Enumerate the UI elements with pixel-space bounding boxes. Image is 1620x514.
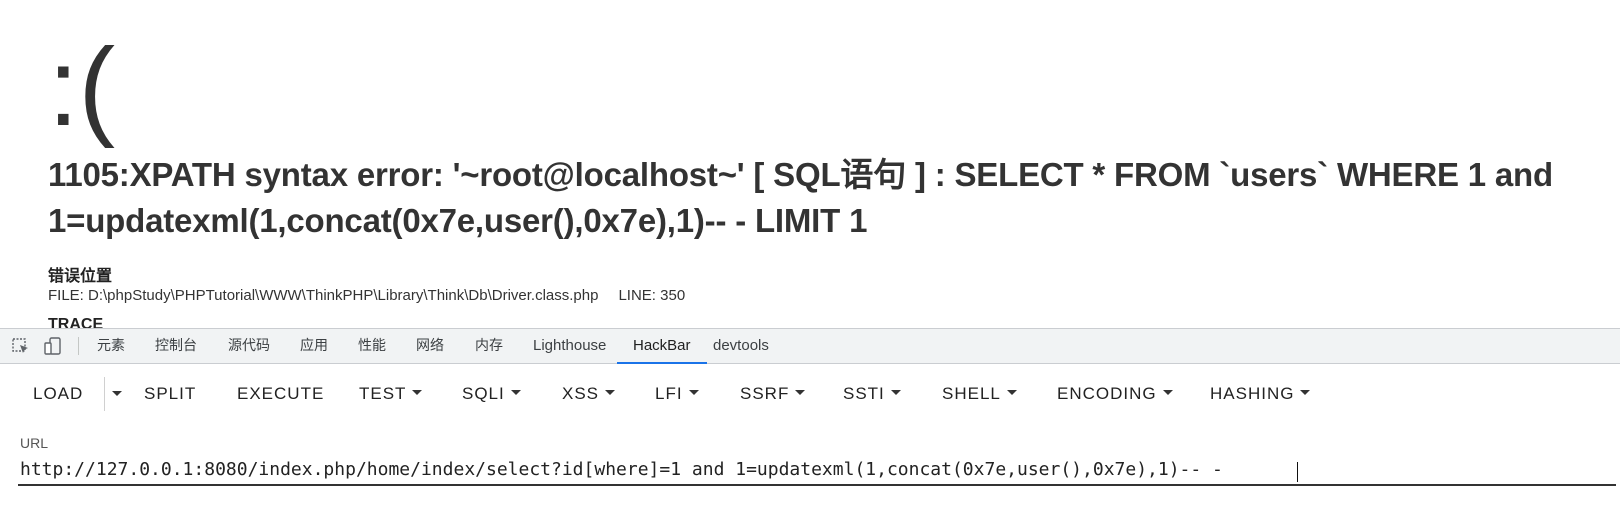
encoding-menu-label: ENCODING (1057, 384, 1157, 403)
load-dropdown-icon[interactable] (112, 391, 122, 396)
chevron-down-icon (795, 390, 806, 396)
ssrf-menu-label: SSRF (740, 384, 790, 403)
test-menu-button[interactable]: TEST (359, 365, 423, 423)
error-title: 1105:XPATH syntax error: '~root@localhos… (48, 156, 1553, 239)
split-button[interactable]: SPLIT (144, 365, 196, 423)
hackbar-toolbar: LOAD SPLIT EXECUTE TEST SQLI XSS LFI SSR… (0, 365, 1620, 423)
load-divider (104, 377, 105, 411)
sad-face: :( (48, 26, 116, 149)
chevron-down-icon (1006, 390, 1017, 396)
error-line-number: LINE: 350 (618, 287, 686, 304)
tab-performance[interactable]: 性能 (358, 329, 386, 364)
tab-elements[interactable]: 元素 (97, 329, 125, 364)
tab-application[interactable]: 应用 (300, 329, 328, 364)
chevron-down-icon (605, 390, 616, 396)
encoding-menu-button[interactable]: ENCODING (1057, 365, 1173, 423)
execute-button[interactable]: EXECUTE (237, 365, 324, 423)
load-button-label: LOAD (33, 384, 84, 403)
test-menu-label: TEST (359, 384, 407, 403)
error-location-heading: 错误位置 (48, 268, 113, 285)
device-toolbar-icon[interactable] (42, 335, 64, 357)
sqli-menu-button[interactable]: SQLI (462, 365, 521, 423)
inspect-element-icon[interactable] (10, 335, 32, 357)
tab-devtools[interactable]: devtools (713, 329, 769, 364)
chevron-down-icon (1162, 390, 1173, 396)
ssrf-menu-button[interactable]: SSRF (740, 365, 806, 423)
execute-button-label: EXECUTE (237, 384, 325, 403)
load-button[interactable]: LOAD (33, 365, 83, 423)
devtools-panel: 元素 控制台 源代码 应用 性能 网络 内存 Lighthouse HackBa… (0, 328, 1620, 514)
error-file-path: FILE: D:\phpStudy\PHPTutorial\WWW\ThinkP… (48, 287, 599, 304)
shell-menu-label: SHELL (942, 384, 1001, 403)
active-tab-indicator (617, 362, 707, 364)
chevron-down-icon (412, 390, 423, 396)
chevron-down-icon (510, 390, 521, 396)
lfi-menu-button[interactable]: LFI (655, 365, 699, 423)
url-input-value: http://127.0.0.1:8080/index.php/home/ind… (20, 459, 1223, 480)
text-cursor (1297, 462, 1298, 482)
chevron-down-icon (688, 390, 699, 396)
error-page: :( 1105:XPATH syntax error: '~root@local… (0, 0, 1620, 330)
lfi-menu-label: LFI (655, 384, 683, 403)
devtools-tabbar: 元素 控制台 源代码 应用 性能 网络 内存 Lighthouse HackBa… (0, 329, 1620, 364)
hashing-menu-label: HASHING (1210, 384, 1295, 403)
tabbar-divider (78, 337, 79, 355)
error-file-info: FILE: D:\phpStudy\PHPTutorial\WWW\ThinkP… (48, 287, 685, 304)
chevron-down-icon (890, 390, 901, 396)
xss-menu-label: XSS (562, 384, 600, 403)
hashing-menu-button[interactable]: HASHING (1210, 365, 1311, 423)
tab-hackbar-label: HackBar (633, 337, 691, 354)
shell-menu-button[interactable]: SHELL (942, 365, 1017, 423)
tab-memory[interactable]: 内存 (475, 329, 503, 364)
sqli-menu-label: SQLI (462, 384, 505, 403)
split-button-label: SPLIT (144, 384, 197, 403)
tab-lighthouse[interactable]: Lighthouse (533, 329, 606, 364)
tab-network[interactable]: 网络 (416, 329, 444, 364)
tab-console[interactable]: 控制台 (155, 329, 197, 364)
xss-menu-button[interactable]: XSS (562, 365, 616, 423)
ssti-menu-button[interactable]: SSTI (843, 365, 901, 423)
url-label: URL (20, 435, 49, 451)
url-input[interactable]: http://127.0.0.1:8080/index.php/home/ind… (18, 454, 1616, 486)
tab-sources[interactable]: 源代码 (228, 329, 270, 364)
tab-hackbar[interactable]: HackBar (617, 329, 707, 364)
chevron-down-icon (1300, 390, 1311, 396)
ssti-menu-label: SSTI (843, 384, 885, 403)
